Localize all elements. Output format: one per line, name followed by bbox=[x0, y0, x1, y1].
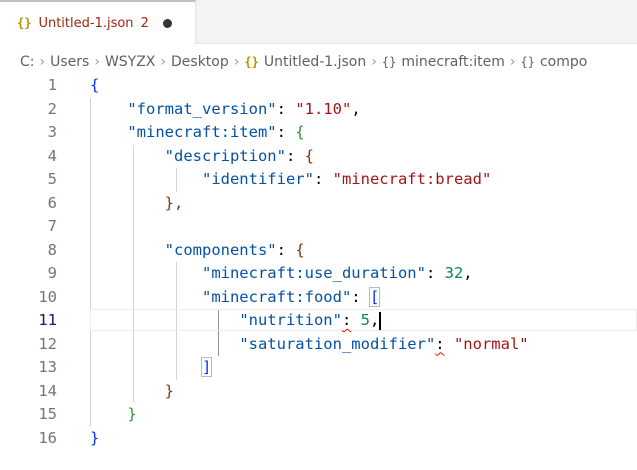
code-editor[interactable]: 1 { 2 "format_version": "1.10", 3 "minec… bbox=[0, 74, 637, 470]
code-line: 13 ] bbox=[0, 356, 637, 380]
line-number: 11 bbox=[38, 311, 57, 329]
text-cursor bbox=[379, 311, 382, 330]
breadcrumb-users[interactable]: Users bbox=[50, 54, 89, 70]
code-text: "minecraft:item": { bbox=[127, 123, 305, 141]
breadcrumb-minecraft-item[interactable]: minecraft:item bbox=[401, 54, 505, 70]
code-line: 9 "minecraft:use_duration": 32, bbox=[0, 262, 637, 286]
error-squiggle: : bbox=[435, 334, 445, 353]
code-line-active: 11 "nutrition": 5, bbox=[0, 309, 637, 333]
tab-title: Untitled-1.json bbox=[38, 15, 134, 31]
code-line: 7 bbox=[0, 215, 637, 239]
code-line: 3 "minecraft:item": { bbox=[0, 121, 637, 145]
breadcrumb-user[interactable]: WSYZX bbox=[105, 54, 155, 70]
breadcrumb: C: › Users › WSYZX › Desktop › {} Untitl… bbox=[0, 50, 637, 74]
code-line: 2 "format_version": "1.10", bbox=[0, 98, 637, 122]
line-number: 2 bbox=[47, 99, 57, 118]
bracket-match-highlight: [ bbox=[368, 286, 381, 307]
line-number: 1 bbox=[47, 76, 57, 94]
breadcrumb-drive[interactable]: C: bbox=[20, 54, 35, 70]
line-number: 13 bbox=[38, 358, 57, 376]
line-number: 10 bbox=[38, 287, 57, 306]
code-text: "format_version": "1.10", bbox=[127, 99, 361, 118]
tab-problem-count: 2 bbox=[140, 15, 149, 31]
breadcrumb-file[interactable]: Untitled-1.json bbox=[264, 54, 366, 70]
code-line: 16 } bbox=[0, 427, 637, 451]
error-squiggle: : bbox=[341, 311, 352, 329]
line-number: 4 bbox=[47, 146, 57, 165]
code-line: 5 "identifier": "minecraft:bread" bbox=[0, 168, 637, 192]
code-text: }, bbox=[164, 193, 184, 212]
line-number: 6 bbox=[47, 193, 57, 212]
chevron-right-icon: › bbox=[160, 54, 167, 70]
chevron-right-icon: › bbox=[509, 54, 516, 70]
code-text: { bbox=[90, 76, 100, 94]
json-file-icon: {} bbox=[17, 16, 32, 30]
unsaved-dot-icon[interactable] bbox=[162, 18, 172, 28]
chevron-right-icon: › bbox=[233, 54, 240, 70]
code-text: "minecraft:use_duration": 32, bbox=[201, 264, 473, 282]
chevron-right-icon: › bbox=[39, 54, 46, 70]
json-file-icon: {} bbox=[244, 55, 259, 69]
code-text: "components": { bbox=[164, 240, 305, 259]
code-line: 1 { bbox=[0, 74, 637, 98]
line-number: 12 bbox=[38, 334, 57, 353]
object-icon: {} bbox=[520, 55, 535, 69]
code-line: 14 } bbox=[0, 380, 637, 404]
line-number: 7 bbox=[47, 217, 57, 235]
object-icon: {} bbox=[381, 55, 397, 69]
code-line: 4 "description": { bbox=[0, 145, 637, 169]
code-text: } bbox=[164, 381, 174, 400]
code-text: "saturation_modifier": "normal" bbox=[239, 334, 529, 353]
code-text: } bbox=[90, 428, 100, 447]
line-number: 15 bbox=[38, 405, 57, 423]
line-number: 14 bbox=[38, 381, 57, 400]
line-number: 9 bbox=[47, 264, 57, 282]
code-text: "minecraft:food": [ bbox=[201, 286, 381, 307]
code-text: "identifier": "minecraft:bread" bbox=[201, 170, 492, 188]
editor-tab-untitled-1[interactable]: {} Untitled-1.json 2 bbox=[0, 0, 196, 44]
code-line: 10 "minecraft:food": [ bbox=[0, 286, 637, 310]
line-number: 3 bbox=[47, 123, 57, 141]
line-number: 5 bbox=[47, 170, 57, 188]
code-line: 12 "saturation_modifier": "normal" bbox=[0, 333, 637, 357]
code-line: 6 }, bbox=[0, 192, 637, 216]
code-line: 15 } bbox=[0, 403, 637, 427]
code-text: "description": { bbox=[164, 146, 314, 165]
breadcrumb-desktop[interactable]: Desktop bbox=[171, 54, 229, 70]
code-text: } bbox=[127, 405, 137, 423]
tab-bar: {} Untitled-1.json 2 bbox=[0, 0, 637, 44]
chevron-right-icon: › bbox=[94, 54, 100, 70]
breadcrumb-components[interactable]: compo bbox=[540, 54, 587, 70]
line-number: 8 bbox=[47, 240, 57, 259]
code-text: "nutrition": 5, bbox=[239, 311, 382, 330]
bracket-match-highlight: ] bbox=[200, 357, 213, 377]
code-line: 8 "components": { bbox=[0, 239, 637, 263]
code-text: ] bbox=[90, 356, 213, 380]
line-number: 16 bbox=[38, 428, 57, 447]
chevron-right-icon: › bbox=[371, 54, 377, 70]
